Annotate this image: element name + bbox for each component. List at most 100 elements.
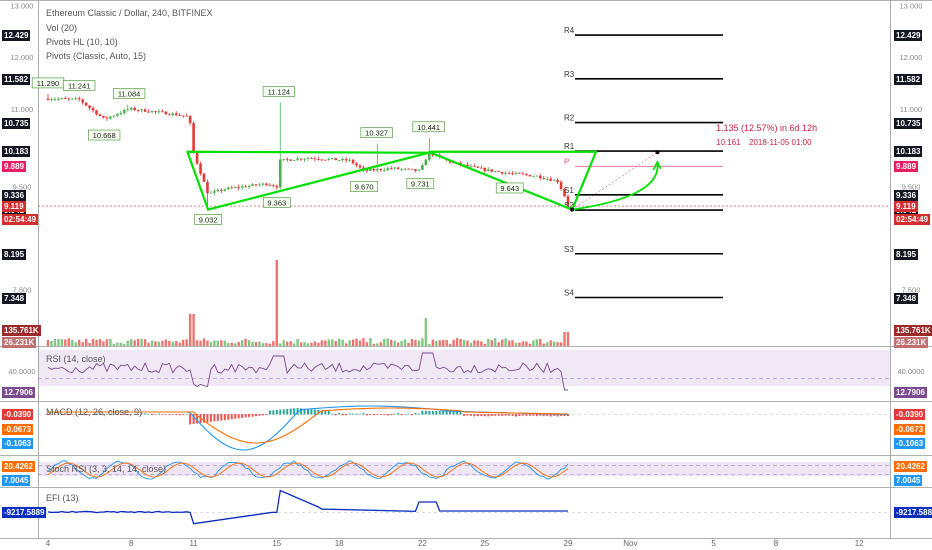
pivot-low-1-text: 9.032 — [199, 216, 218, 225]
candle-body — [493, 171, 497, 172]
macd-hist-bar — [282, 409, 285, 415]
pivot-low-0-text: 10.668 — [93, 131, 116, 140]
volume-bar — [265, 343, 268, 346]
macd-hist-bar — [327, 411, 330, 415]
candle-body — [348, 159, 351, 161]
volume-bar — [438, 340, 441, 346]
volume-bar — [154, 341, 157, 346]
macd-hist-bar — [248, 414, 251, 418]
candle-body — [265, 183, 268, 185]
pivot-tag-left: 12.429 — [2, 30, 31, 42]
macd-hist-bar — [216, 414, 219, 421]
macd-hist-bar — [528, 414, 531, 416]
pivot-tag-right: 10.183 — [894, 146, 923, 158]
volume-bar — [188, 314, 192, 346]
volume-bar — [473, 340, 476, 346]
macd-hist-bar — [476, 414, 479, 417]
volume-bar — [195, 340, 199, 346]
volume-bar — [393, 340, 396, 346]
pivot-high-3-text: 11.124 — [268, 87, 290, 96]
macd-hist-bar — [272, 410, 275, 415]
stoch-d-tag-right: 20.4262 — [894, 461, 927, 472]
candle-body — [53, 99, 57, 101]
candle-body — [181, 115, 185, 117]
pivot-low-4-text: 9.731 — [411, 179, 430, 188]
candle-body — [389, 168, 393, 170]
right-price-tick: 11.000 — [900, 105, 922, 114]
candle-body — [542, 178, 546, 179]
volume-bar — [338, 338, 341, 346]
countdown-tag-left: 02:54:49 — [2, 214, 39, 226]
pivot-tag-right: 10.735 — [894, 117, 923, 129]
macd-hist-bar — [161, 414, 164, 415]
volume-bar — [403, 339, 407, 346]
volume-bar — [182, 339, 185, 346]
candle-body — [330, 158, 334, 159]
legend-vol: Vol (20) — [46, 23, 78, 33]
volume-bar — [490, 340, 493, 346]
candle-body — [50, 99, 53, 101]
candle-body — [154, 111, 157, 112]
candle-body — [161, 111, 164, 113]
volume-bar — [292, 343, 296, 346]
x-tick-Nov: Nov — [623, 539, 637, 548]
macd-hist-bar — [521, 414, 524, 416]
volume-bar — [81, 342, 84, 346]
volume-tag-left: 135.761K — [2, 325, 41, 336]
volume-bar — [428, 343, 431, 346]
volume-bar — [390, 339, 393, 346]
macd-hist-bar — [355, 413, 358, 415]
macd-hist-bar — [386, 414, 389, 416]
volume-bar — [202, 338, 206, 346]
candle-body — [98, 114, 102, 116]
volume-bar — [130, 339, 133, 346]
volume-bar — [448, 343, 452, 346]
candle-body — [88, 105, 91, 108]
volume-bar — [216, 340, 220, 346]
volume-bar — [442, 339, 445, 346]
candle-body — [251, 184, 254, 186]
x-tick-8: 8 — [129, 539, 134, 548]
volume-bar — [334, 341, 337, 346]
macd-hist-bar — [220, 414, 223, 421]
candle-body — [486, 169, 490, 171]
macd-hist-bar — [490, 414, 493, 417]
macd-hist-bar — [501, 414, 504, 416]
candle-body — [119, 113, 123, 115]
x-tick-15: 15 — [272, 539, 281, 548]
candle-body — [282, 158, 286, 160]
volume-bar — [452, 339, 455, 346]
volume-bar — [227, 343, 230, 346]
candle-body — [46, 98, 50, 100]
candle-body — [67, 98, 71, 100]
volume-bar — [379, 342, 382, 346]
candle-body — [81, 99, 84, 103]
legend-pivots-hl: Pivots HL (10, 10) — [46, 37, 118, 47]
efi-line — [47, 489, 568, 525]
candle-body — [317, 159, 320, 160]
candle-body — [178, 115, 182, 117]
volume-bar — [507, 340, 511, 346]
candle-body — [258, 184, 261, 186]
countdown-tag-right: 02:54:49 — [894, 214, 931, 226]
macd-hist-bar — [393, 413, 396, 415]
candle-body — [341, 159, 344, 161]
macd-hist-bar — [258, 414, 261, 416]
volume-bar — [116, 342, 119, 346]
candle-body — [136, 110, 140, 111]
candle-body — [164, 111, 168, 115]
macd-hist-bar — [234, 414, 237, 419]
volume-bar — [220, 340, 223, 346]
macd-hist-bar — [265, 414, 268, 415]
candle-body — [324, 159, 327, 161]
macd-hist-bar — [223, 414, 226, 421]
volume-bar — [240, 340, 244, 346]
volume-bar — [119, 342, 122, 346]
pivot-tag-right: 7.348 — [894, 292, 919, 304]
volume-bar — [98, 339, 102, 346]
pivot-label-s3: S3 — [564, 245, 574, 254]
legend-macd: MACD (12, 26, close, 9) — [46, 407, 143, 417]
candle-body — [379, 168, 383, 171]
volume-avg-tag-left: 26.231K — [2, 337, 37, 348]
volume-bar — [365, 342, 369, 346]
